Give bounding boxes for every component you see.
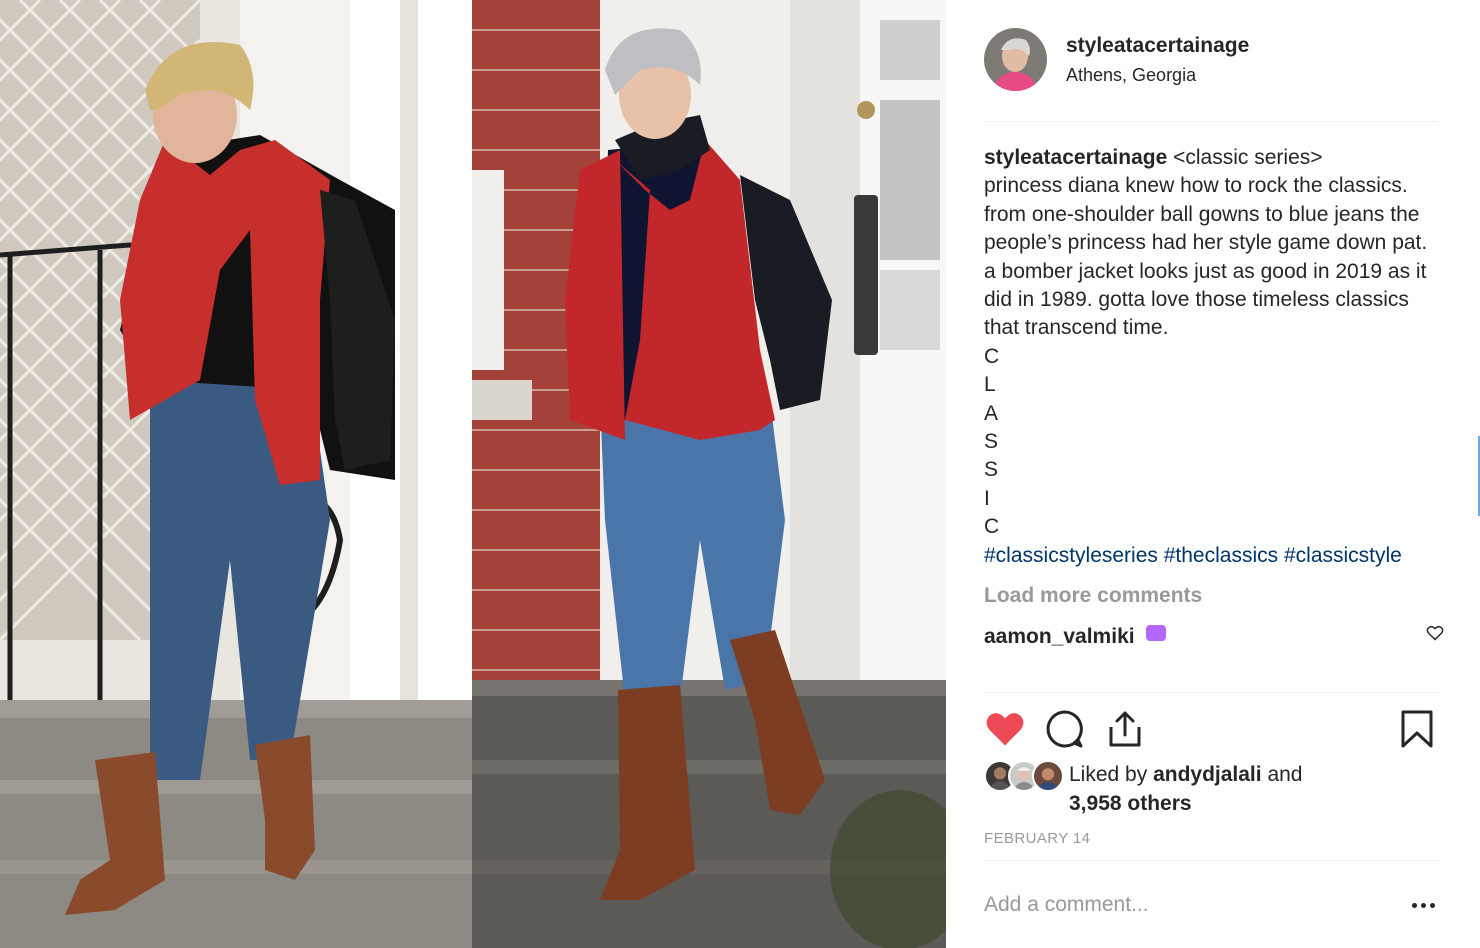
post-panel: styleatacertainage Athens, Georgia style… — [946, 0, 1480, 948]
more-dot-icon — [1420, 902, 1426, 908]
hashtag-link[interactable]: #classicstyle — [1284, 544, 1402, 567]
share-icon — [1109, 711, 1141, 747]
add-comment-input[interactable] — [984, 885, 1384, 925]
liker-avatar — [1032, 760, 1064, 792]
post-date[interactable]: FEBRUARY 14 — [984, 830, 1090, 847]
more-dot-icon — [1429, 902, 1435, 908]
avatar-image — [984, 28, 1047, 91]
comment-button[interactable] — [1044, 708, 1086, 750]
hashtag-link[interactable]: #classicstyleseries — [984, 544, 1158, 567]
post-username[interactable]: styleatacertainage — [1066, 34, 1249, 58]
liker-username[interactable]: andydjalali — [1153, 763, 1262, 786]
likes-summary: Liked by andydjalali and 3,958 others — [984, 758, 1438, 818]
heart-filled-icon — [986, 713, 1024, 746]
comment-username[interactable]: aamon_valmiki — [984, 625, 1135, 648]
comment-row: aamon_valmiki — [984, 623, 1444, 653]
likes-and: and — [1261, 763, 1303, 786]
likes-prefix: Liked by — [1069, 763, 1154, 786]
likes-others-link[interactable]: 3,958 others — [1069, 792, 1192, 815]
liker-avatars[interactable] — [984, 760, 1068, 792]
save-button[interactable] — [1396, 708, 1438, 750]
post-header: styleatacertainage Athens, Georgia — [984, 28, 1438, 122]
caption-hashtags: #classicstyleseries #theclassics #classi… — [984, 542, 1444, 570]
more-dot-icon — [1411, 902, 1417, 908]
post-location[interactable]: Athens, Georgia — [1066, 65, 1196, 86]
likes-text: Liked by andydjalali and 3,958 others — [1069, 760, 1302, 818]
divider — [984, 860, 1438, 861]
avatar[interactable] — [984, 28, 1047, 91]
caption-text: <classic series> princess diana knew how… — [984, 146, 1428, 539]
more-options-button[interactable] — [1408, 890, 1438, 920]
load-more-comments-button[interactable]: Load more comments — [984, 582, 1444, 610]
share-button[interactable] — [1104, 708, 1146, 750]
action-bar — [984, 708, 1438, 750]
bookmark-icon — [1401, 710, 1433, 748]
caption: styleatacertainage <classic series> prin… — [984, 144, 1444, 570]
purple-heart-emoji-icon — [1146, 624, 1167, 641]
divider — [984, 692, 1438, 693]
comment-icon — [1046, 710, 1083, 748]
post-photo[interactable] — [0, 0, 946, 948]
post-image — [0, 0, 946, 948]
hashtag-link[interactable]: #theclassics — [1164, 544, 1278, 567]
caption-username[interactable]: styleatacertainage — [984, 146, 1167, 169]
comments-section: styleatacertainage <classic series> prin… — [984, 144, 1444, 692]
comment-like-heart-icon[interactable] — [1426, 625, 1444, 641]
like-button[interactable] — [984, 708, 1026, 750]
